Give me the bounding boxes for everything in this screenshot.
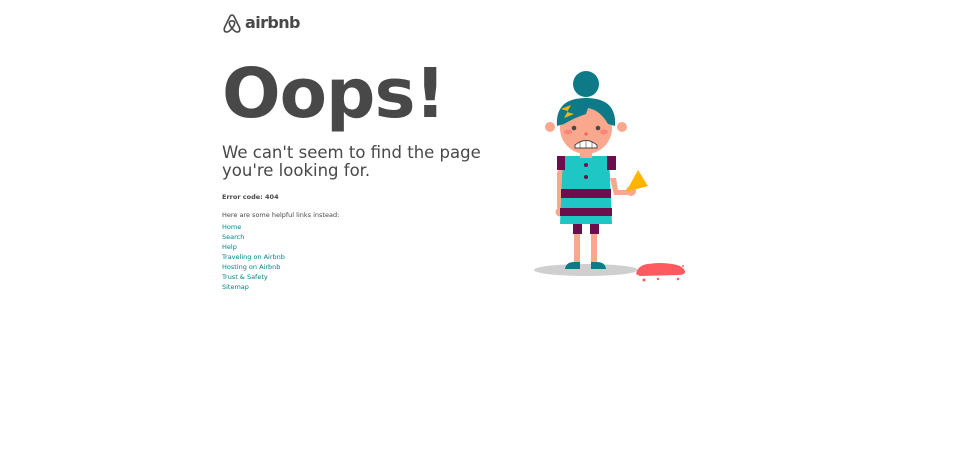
helpful-links-intro: Here are some helpful links instead: xyxy=(222,211,340,219)
error-code: Error code: 404 xyxy=(222,193,279,201)
error-message: We can't seem to find the page you're lo… xyxy=(222,143,481,180)
page-title: Oops! xyxy=(222,54,446,134)
list-item: Search xyxy=(222,230,502,241)
brand-name: airbnb xyxy=(245,13,300,32)
list-item: Trust & Safety xyxy=(222,270,502,281)
link-sitemap[interactable]: Sitemap xyxy=(222,283,249,291)
belo-icon xyxy=(223,14,241,33)
helpful-links-list: Home Search Help Traveling on Airbnb Hos… xyxy=(222,220,502,291)
list-item: Help xyxy=(222,240,502,251)
list-item: Sitemap xyxy=(222,280,502,291)
list-item: Home xyxy=(222,220,502,231)
airbnb-logo-link[interactable]: airbnb xyxy=(222,12,300,34)
list-item: Traveling on Airbnb xyxy=(222,250,502,261)
list-item: Hosting on Airbnb xyxy=(222,260,502,271)
sad-girl-illustration xyxy=(534,71,686,282)
error-content: Oops! We can't seem to find the page you… xyxy=(222,54,502,291)
